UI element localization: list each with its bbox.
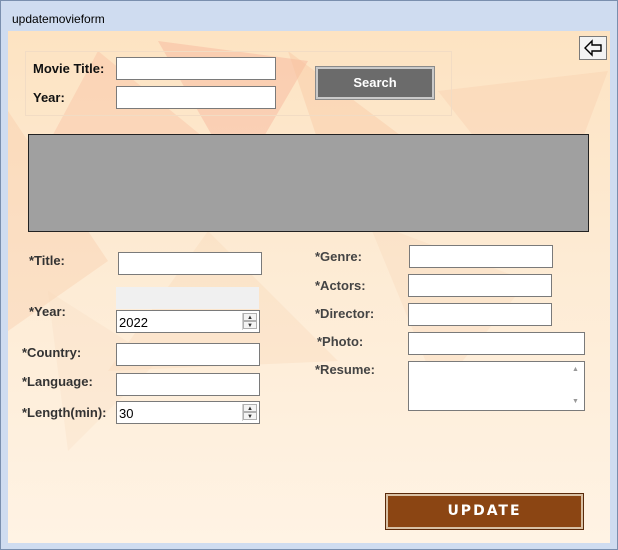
resume-textarea[interactable]: ▲ ▼ [408,361,585,411]
year-stepper[interactable]: 2022 ▲ ▼ [116,310,260,333]
update-button[interactable]: UPDATE [385,493,584,530]
photo-input[interactable] [408,332,585,355]
genre-label: *Genre: [315,249,362,264]
year-stepper-arrows: ▲ ▼ [242,313,257,330]
genre-input[interactable] [409,245,553,268]
year-search-label: Year: [33,90,65,105]
director-label: *Director: [315,306,375,321]
results-grid[interactable] [28,134,589,232]
window-title: updatemovieform [12,12,105,26]
year-panel [116,287,259,309]
spin-up-icon[interactable]: ▲ [243,313,257,321]
form-client-area: Movie Title: Year: Search *Title: *Year:… [8,31,610,543]
year-label: *Year: [29,304,66,319]
year-value: 2022 [119,315,148,330]
language-input[interactable] [116,373,260,396]
movie-title-search-label: Movie Title: [33,61,105,76]
movie-title-search-input[interactable] [116,57,276,80]
language-label: *Language: [22,374,93,389]
app-window: updatemovieform Movie Title: Year: Searc… [0,0,618,550]
spin-up-icon[interactable]: ▲ [243,404,257,412]
country-input[interactable] [116,343,260,366]
length-value: 30 [119,406,134,421]
year-search-input[interactable] [116,86,276,109]
photo-label: *Photo: [317,334,364,349]
length-stepper-arrows: ▲ ▼ [242,404,257,421]
title-bar: updatemovieform [1,1,617,31]
length-label: *Length(min): [22,405,107,420]
scroll-down-icon[interactable]: ▼ [572,398,579,405]
search-button[interactable]: Search [315,66,435,100]
resume-scrollbar[interactable]: ▲ ▼ [568,362,584,410]
back-button[interactable] [579,36,607,60]
spin-down-icon[interactable]: ▼ [243,321,257,329]
title-input[interactable] [118,252,262,275]
actors-input[interactable] [408,274,552,297]
scroll-up-icon[interactable]: ▲ [572,366,579,373]
back-arrow-icon [584,39,602,57]
actors-label: *Actors: [315,278,366,293]
country-label: *Country: [22,345,82,360]
length-stepper[interactable]: 30 ▲ ▼ [116,401,260,424]
title-label: *Title: [29,253,65,268]
resume-label: *Resume: [315,362,375,377]
director-input[interactable] [408,303,552,326]
spin-down-icon[interactable]: ▼ [243,412,257,420]
